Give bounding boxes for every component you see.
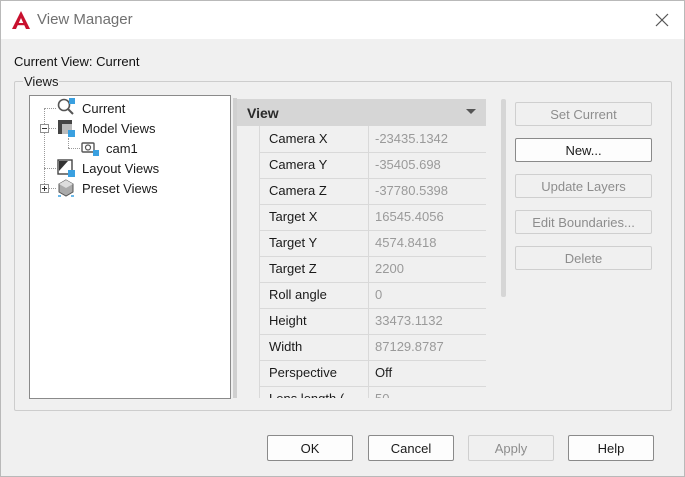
current-view-label: Current View: Current <box>14 54 140 69</box>
property-row[interactable]: Perspective Off <box>259 360 486 387</box>
camera-view-icon <box>81 142 99 156</box>
update-layers-button-label: Update Layers <box>541 178 626 194</box>
properties-section-header[interactable]: View <box>237 99 486 126</box>
new-button-label: New... <box>565 142 602 158</box>
tree-item-layout-views[interactable]: Layout Views <box>56 159 159 177</box>
apply-button[interactable]: Apply <box>468 435 554 461</box>
new-button[interactable]: New... <box>515 138 652 162</box>
model-views-collapse-toggle[interactable] <box>40 124 49 133</box>
property-row[interactable]: Camera Y -35405.698 <box>259 152 486 179</box>
views-group-label-text: Views <box>24 74 59 89</box>
ok-button[interactable]: OK <box>267 435 353 461</box>
delete-button[interactable]: Delete <box>515 246 652 270</box>
window-title: View Manager <box>37 11 133 28</box>
property-row[interactable]: Lens length (50 <box>259 386 486 398</box>
property-row[interactable]: Target Y 4574.8418 <box>259 230 486 257</box>
model-views-icon <box>58 120 75 137</box>
property-row[interactable]: Target Z 2200 <box>259 256 486 283</box>
view-manager-dialog: View Manager Current View: Current Views <box>0 0 685 477</box>
property-name: Camera Z <box>259 178 369 204</box>
property-name: Target Z <box>259 256 369 282</box>
update-layers-button[interactable]: Update Layers <box>515 174 652 198</box>
cancel-button[interactable]: Cancel <box>368 435 454 461</box>
set-current-button[interactable]: Set Current <box>515 102 652 126</box>
tree-connector <box>68 148 80 149</box>
tree-item-preset-views[interactable]: Preset Views <box>56 179 158 197</box>
views-group-label: Views <box>23 74 60 89</box>
tree-connector <box>44 108 56 109</box>
property-name: Target Y <box>259 230 369 256</box>
tree-connector <box>68 138 69 148</box>
property-value: 2200 <box>375 261 404 276</box>
property-row[interactable]: Width 87129.8787 <box>259 334 486 361</box>
layout-views-icon <box>57 159 75 177</box>
tree-item-model-views[interactable]: Model Views <box>56 119 155 137</box>
property-row[interactable]: Camera Z -37780.5398 <box>259 178 486 205</box>
properties-scrollbar[interactable] <box>501 99 506 297</box>
tree-connector <box>49 188 56 189</box>
property-row[interactable]: Camera X -23435.1342 <box>259 126 486 153</box>
property-value[interactable]: Off <box>369 360 486 386</box>
tree-item-cam1[interactable]: cam1 <box>80 139 138 157</box>
property-value: 16545.4056 <box>375 209 444 224</box>
property-value: -35405.698 <box>375 157 441 172</box>
property-value: -37780.5398 <box>375 183 449 198</box>
edit-boundaries-button[interactable]: Edit Boundaries... <box>515 210 652 234</box>
tree-item-label: Current <box>82 100 126 116</box>
ok-button-label: OK <box>300 440 320 456</box>
property-name: Camera X <box>259 126 369 152</box>
property-name: Target X <box>259 204 369 230</box>
tree-connector <box>44 128 45 188</box>
property-name: Roll angle <box>259 282 369 308</box>
tree-item-label: Model Views <box>82 120 156 136</box>
tree-item-current[interactable]: Current <box>56 98 126 117</box>
property-value: 4574.8418 <box>375 235 437 250</box>
preset-views-expand-toggle[interactable] <box>40 184 49 193</box>
edit-boundaries-button-label: Edit Boundaries... <box>532 214 635 230</box>
set-current-button-label: Set Current <box>550 106 617 122</box>
tree-item-label: Preset Views <box>82 180 158 196</box>
property-row[interactable]: Target X 16545.4056 <box>259 204 486 231</box>
property-value: 0 <box>375 287 383 302</box>
property-value: 87129.8787 <box>375 339 444 354</box>
title-bar[interactable]: View Manager <box>1 1 684 39</box>
help-button-label: Help <box>597 440 625 456</box>
close-button[interactable] <box>649 7 675 33</box>
tree-connector <box>44 168 56 169</box>
views-tree[interactable]: Current Model Views cam1 Layout Views Pr… <box>29 95 231 399</box>
chevron-down-icon[interactable] <box>466 109 476 114</box>
properties-panel: View Camera X -23435.1342 Camera Y -35405.6… <box>237 99 487 398</box>
property-name: Height <box>259 308 369 334</box>
property-value: -23435.1342 <box>375 131 449 146</box>
apply-button-label: Apply <box>494 440 528 456</box>
property-row[interactable]: Height 33473.1132 <box>259 308 486 335</box>
current-view-icon <box>57 98 75 115</box>
tree-item-label: Layout Views <box>82 160 160 176</box>
tree-connector <box>49 128 56 129</box>
delete-button-label: Delete <box>564 250 603 266</box>
property-name: Width <box>259 334 369 360</box>
close-icon <box>655 13 669 27</box>
property-name: Lens length ( <box>259 386 369 398</box>
autocad-a-icon <box>12 11 30 29</box>
cancel-button-label: Cancel <box>390 440 432 456</box>
property-value: 33473.1132 <box>375 313 443 328</box>
tree-item-label: cam1 <box>106 140 138 156</box>
help-button[interactable]: Help <box>568 435 654 461</box>
properties-section-title: View <box>247 105 279 121</box>
preset-views-icon <box>58 179 74 197</box>
property-name: Perspective <box>259 360 369 386</box>
property-name: Camera Y <box>259 152 369 178</box>
property-row[interactable]: Roll angle 0 <box>259 282 486 309</box>
property-value: 50 <box>369 386 486 398</box>
